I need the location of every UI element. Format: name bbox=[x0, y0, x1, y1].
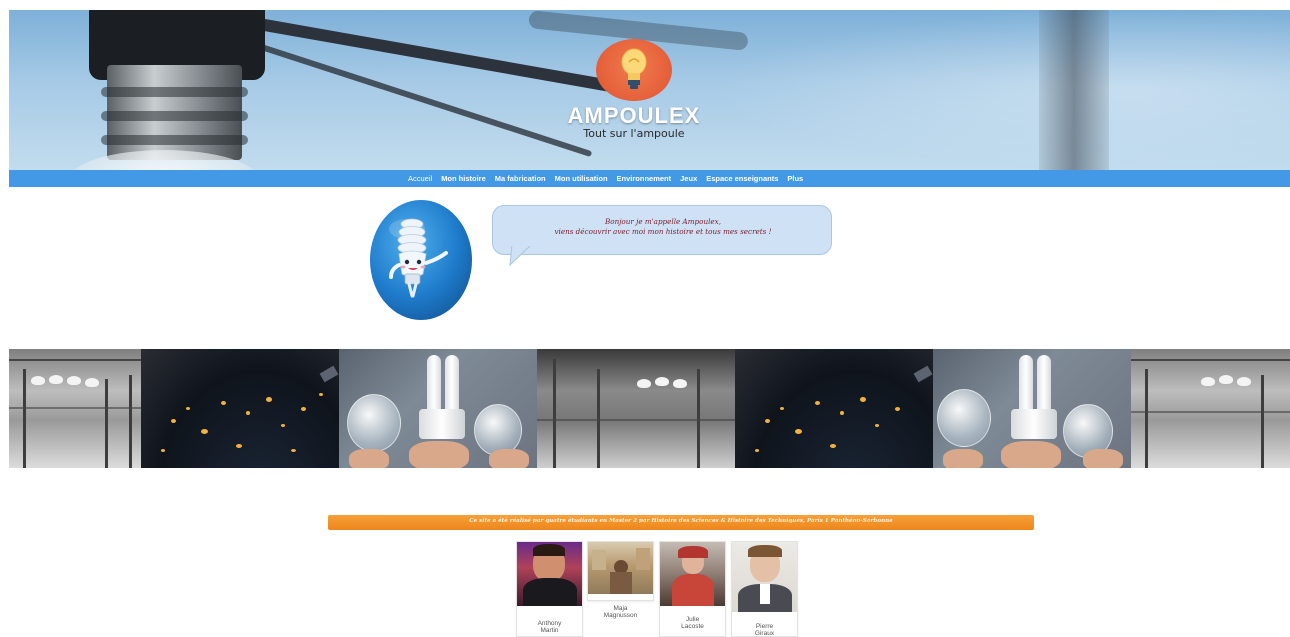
member-last-name: Giraux bbox=[754, 630, 775, 637]
nav-item-environnement[interactable]: Environnement bbox=[617, 174, 672, 183]
credits-text: Ce site a été réalisé par quatre étudian… bbox=[469, 518, 893, 524]
member-first-name: Anthony bbox=[537, 620, 562, 627]
gallery-image[interactable] bbox=[933, 349, 1131, 468]
nav-item-plus[interactable]: Plus bbox=[787, 174, 803, 183]
member-first-name: Julie bbox=[685, 616, 700, 623]
site-title[interactable]: AMPOULEX bbox=[540, 103, 728, 129]
image-gallery bbox=[9, 349, 1290, 468]
nav-item-espace-enseignants[interactable]: Espace enseignants bbox=[706, 174, 778, 183]
gallery-image[interactable] bbox=[1131, 349, 1290, 468]
speech-bubble: Bonjour je m'appelle Ampoulex, viens déc… bbox=[492, 205, 832, 255]
team-card[interactable]: Maja Magnusson bbox=[587, 541, 654, 619]
member-first-name: Maja bbox=[613, 605, 628, 612]
bulb-socket bbox=[101, 65, 248, 160]
cfl-bulb-mascot-icon bbox=[370, 200, 472, 320]
nav-item-mon-histoire[interactable]: Mon histoire bbox=[441, 174, 486, 183]
speech-bubble-tail bbox=[509, 244, 533, 266]
gallery-image[interactable] bbox=[537, 349, 735, 468]
avatar bbox=[517, 542, 582, 606]
credits-bar: Ce site a été réalisé par quatre étudian… bbox=[328, 515, 1034, 530]
avatar bbox=[732, 542, 797, 612]
gallery-image[interactable] bbox=[735, 349, 933, 468]
nav-item-mon-utilisation[interactable]: Mon utilisation bbox=[555, 174, 608, 183]
member-last-name: Martin bbox=[540, 627, 559, 634]
team-card[interactable]: Anthony Martin bbox=[516, 541, 583, 637]
member-first-name: Pierre bbox=[755, 623, 774, 630]
avatar bbox=[660, 542, 725, 606]
gallery-image[interactable] bbox=[339, 349, 537, 468]
sky-haze bbox=[709, 10, 1290, 170]
gallery-image[interactable] bbox=[9, 349, 141, 468]
member-last-name: Magnusson bbox=[603, 612, 638, 619]
speech-line-2: viens découvrir avec moi mon histoire et… bbox=[554, 227, 772, 236]
background-pole bbox=[1039, 10, 1109, 170]
speech-line-1: Bonjour je m'appelle Ampoulex, bbox=[604, 217, 722, 226]
speech-text: Bonjour je m'appelle Ampoulex, viens déc… bbox=[493, 217, 833, 237]
site-subtitle: Tout sur l'ampoule bbox=[583, 127, 685, 140]
main-nav: Accueil Mon histoire Ma fabrication Mon … bbox=[9, 170, 1290, 187]
gallery-image[interactable] bbox=[141, 349, 339, 468]
member-last-name: Lacoste bbox=[681, 623, 704, 630]
nav-item-ma-fabrication[interactable]: Ma fabrication bbox=[495, 174, 546, 183]
nav-item-accueil[interactable]: Accueil bbox=[408, 174, 432, 183]
nav-item-jeux[interactable]: Jeux bbox=[680, 174, 697, 183]
team-card[interactable]: Pierre Giraux bbox=[731, 541, 798, 637]
lightbulb-logo-icon[interactable] bbox=[620, 48, 648, 92]
team-card[interactable]: Julie Lacoste bbox=[659, 541, 726, 637]
avatar bbox=[588, 542, 653, 594]
